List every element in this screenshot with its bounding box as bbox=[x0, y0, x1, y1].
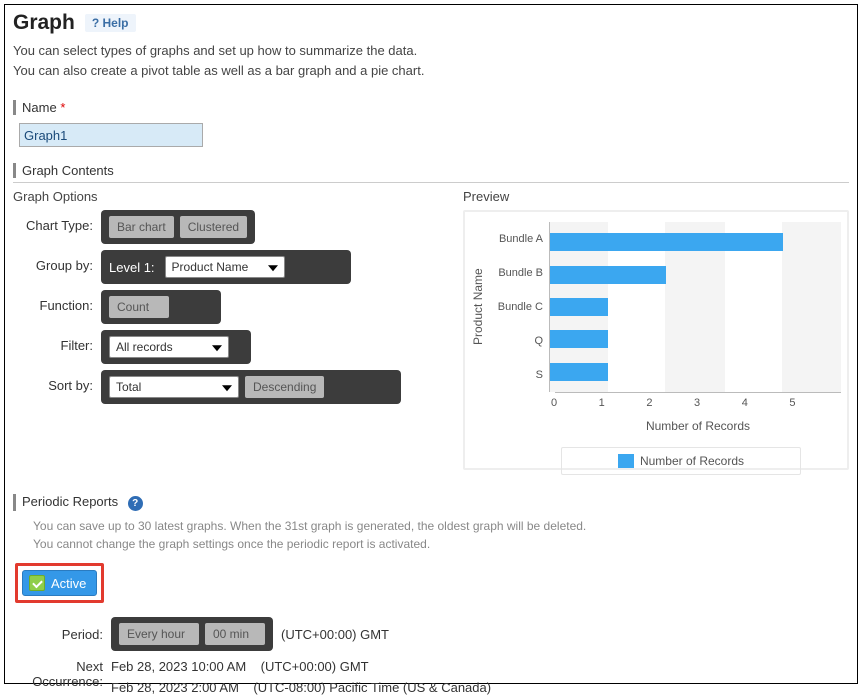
function-value: Count bbox=[109, 296, 169, 318]
legend-swatch bbox=[618, 454, 634, 468]
bar-3 bbox=[550, 330, 608, 348]
periodic-reports-label: Periodic Reports ? bbox=[13, 494, 849, 511]
xtick-0: 0 bbox=[551, 393, 599, 409]
period-label: Period: bbox=[13, 627, 103, 642]
chart-ylabel: Product Name bbox=[471, 222, 489, 392]
sort-by-select[interactable]: Total bbox=[109, 376, 239, 398]
next-tz-2: (UTC-08:00) Pacific Time (US & Canada) bbox=[253, 680, 491, 695]
function-label: Function: bbox=[13, 290, 101, 313]
periodic-label-text: Periodic Reports bbox=[22, 494, 118, 509]
page-description: You can select types of graphs and set u… bbox=[13, 41, 849, 80]
preview-heading: Preview bbox=[463, 189, 849, 204]
sort-by-group: Total Descending bbox=[101, 370, 401, 404]
sort-direction-value: Descending bbox=[245, 376, 324, 398]
chart-type-value: Bar chart bbox=[109, 216, 174, 238]
group-by-select[interactable]: Product Name bbox=[165, 256, 285, 278]
active-button-label: Active bbox=[51, 576, 86, 591]
xtick-4: 4 bbox=[742, 393, 790, 409]
chart-cluster-value: Clustered bbox=[180, 216, 247, 238]
next-time-1: Feb 28, 2023 10:00 AM bbox=[111, 659, 246, 674]
next-time-2: Feb 28, 2023 2:00 AM bbox=[111, 680, 239, 695]
chart-bars bbox=[549, 222, 841, 392]
name-input[interactable] bbox=[19, 123, 203, 147]
chart-type-group: Bar chart Clustered bbox=[101, 210, 255, 244]
divider bbox=[13, 182, 849, 183]
period-min-value: 00 min bbox=[205, 623, 265, 645]
sort-by-label: Sort by: bbox=[13, 370, 101, 393]
next-tz-1: (UTC+00:00) GMT bbox=[261, 659, 369, 674]
help-button[interactable]: ? Help bbox=[85, 14, 136, 32]
ycat-2: Bundle C bbox=[489, 301, 543, 313]
name-section-label: Name * bbox=[13, 100, 849, 115]
ycat-3: Q bbox=[489, 335, 543, 347]
filter-group: All records bbox=[101, 330, 251, 364]
graph-contents-label: Graph Contents bbox=[13, 163, 849, 178]
filter-select[interactable]: All records bbox=[109, 336, 229, 358]
ycat-1: Bundle B bbox=[489, 267, 543, 279]
desc-line-2: You can also create a pivot table as wel… bbox=[13, 61, 849, 81]
required-marker: * bbox=[60, 100, 65, 115]
chart-ycategories: Bundle A Bundle B Bundle C Q S bbox=[489, 222, 549, 392]
desc-line-1: You can select types of graphs and set u… bbox=[13, 41, 849, 61]
check-icon bbox=[29, 575, 45, 591]
xtick-2: 2 bbox=[646, 393, 694, 409]
bar-1 bbox=[550, 266, 666, 284]
chart-xaxis: 0 1 2 3 4 5 bbox=[555, 392, 841, 409]
next-occurrence-text: Feb 28, 2023 10:00 AM (UTC+00:00) GMT Fe… bbox=[111, 657, 491, 699]
page-title: Graph ? Help bbox=[13, 11, 849, 35]
help-icon[interactable]: ? bbox=[128, 496, 143, 511]
xtick-3: 3 bbox=[694, 393, 742, 409]
bar-2 bbox=[550, 298, 608, 316]
group-by-label: Group by: bbox=[13, 250, 101, 273]
function-group: Count bbox=[101, 290, 221, 324]
chart-xlabel: Number of Records bbox=[555, 419, 841, 433]
legend-text: Number of Records bbox=[640, 454, 744, 468]
xtick-5: 5 bbox=[789, 393, 837, 409]
bar-0 bbox=[550, 233, 783, 251]
period-timezone: (UTC+00:00) GMT bbox=[281, 627, 389, 642]
active-highlight: Active bbox=[15, 563, 104, 603]
bar-4 bbox=[550, 363, 608, 381]
ycat-0: Bundle A bbox=[489, 233, 543, 245]
period-every-value: Every hour bbox=[119, 623, 199, 645]
hint-line-2: You cannot change the graph settings onc… bbox=[33, 535, 849, 553]
name-label-text: Name bbox=[22, 100, 57, 115]
xtick-1: 1 bbox=[599, 393, 647, 409]
active-button[interactable]: Active bbox=[22, 570, 97, 596]
page-title-text: Graph bbox=[13, 11, 75, 35]
group-by-group: Level 1: Product Name bbox=[101, 250, 351, 284]
level-label: Level 1: bbox=[109, 260, 155, 275]
chart-type-label: Chart Type: bbox=[13, 210, 101, 233]
chart-preview: Product Name Bundle A Bundle B Bundle C … bbox=[463, 210, 849, 470]
hint-line-1: You can save up to 30 latest graphs. Whe… bbox=[33, 517, 849, 535]
filter-label: Filter: bbox=[13, 330, 101, 353]
period-group: Every hour 00 min bbox=[111, 617, 273, 651]
ycat-4: S bbox=[489, 369, 543, 381]
periodic-hint: You can save up to 30 latest graphs. Whe… bbox=[33, 517, 849, 553]
chart-legend: Number of Records bbox=[561, 447, 801, 475]
next-occurrence-label: Next Occurrence: bbox=[13, 657, 103, 689]
graph-options-heading: Graph Options bbox=[13, 189, 443, 204]
